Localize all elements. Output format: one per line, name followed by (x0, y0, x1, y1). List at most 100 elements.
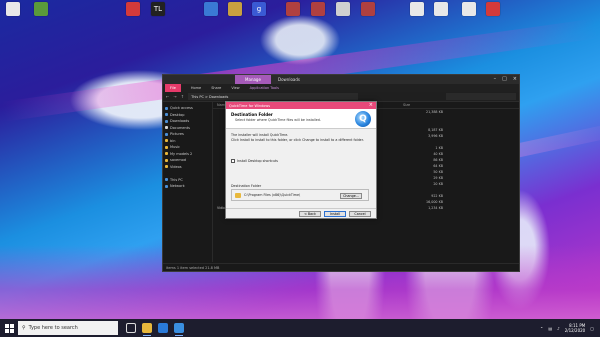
file-size: 1,234 KB (428, 206, 443, 210)
folder-icon (165, 139, 168, 143)
app-icon: TL (151, 2, 165, 16)
maximize-icon[interactable]: □ (502, 76, 507, 82)
dialog-titlebar: QuickTime for Windows × (226, 102, 376, 109)
app-icon (34, 2, 48, 16)
folder-icon (165, 178, 168, 182)
folder-icon (165, 106, 168, 110)
search-icon: ⚲ (22, 325, 26, 331)
app-icon (336, 2, 350, 16)
desktop-icon[interactable] (480, 2, 506, 32)
app-icon (486, 2, 500, 16)
chevron-up-icon[interactable]: ⌃ (540, 326, 543, 331)
ribbon-app-tools-tab[interactable]: Application Tools (250, 86, 279, 90)
desktop-icon[interactable] (0, 2, 26, 32)
desktop-icon[interactable] (280, 2, 306, 32)
dialog-subheading: Select folder where QuickTime files will… (235, 118, 321, 122)
desktop-icon[interactable] (456, 2, 482, 32)
dialog-title: QuickTime for Windows (229, 103, 271, 108)
clock[interactable]: 8:11 PM 2/12/2020 (565, 323, 586, 333)
close-icon[interactable]: × (513, 76, 517, 82)
address-bar[interactable]: This PC > Downloads (188, 93, 359, 100)
desktop-icon[interactable] (198, 2, 224, 32)
nav-item-label: This PC (170, 177, 183, 182)
dialog-heading: Destination Folder (231, 112, 273, 117)
app-icon (126, 2, 140, 16)
desktop-icon[interactable] (120, 2, 146, 32)
quicktime-taskbar-icon[interactable] (174, 323, 184, 336)
file-size: 3,996 KB (428, 134, 443, 138)
task-view-icon[interactable] (126, 323, 136, 333)
clock-date: 2/12/2020 (564, 328, 586, 333)
taskbar-apps (126, 323, 184, 336)
desktop-icon[interactable] (222, 2, 248, 32)
ribbon-view-tab[interactable]: View (231, 86, 239, 90)
ribbon-file-tab[interactable]: File (165, 84, 181, 92)
volume-icon[interactable]: ♪ (557, 326, 560, 331)
cancel-button[interactable]: Cancel (349, 210, 371, 217)
checkbox-icon[interactable] (231, 159, 235, 163)
folder-icon (165, 165, 168, 169)
start-button[interactable] (0, 319, 18, 337)
app-icon (410, 2, 424, 16)
close-icon[interactable]: × (369, 102, 373, 109)
dialog-header: Destination Folder Select folder where Q… (226, 109, 376, 129)
app-icon (204, 2, 218, 16)
manage-tab[interactable]: Manage (235, 75, 271, 84)
app-icon (361, 2, 375, 16)
folder-icon (165, 119, 168, 123)
folder-icon (165, 132, 168, 136)
navigation-pane: Quick access Desktop Downloads Documents Pic… (163, 102, 213, 262)
nav-item[interactable]: Network (163, 183, 212, 190)
app-icon (6, 2, 20, 16)
notifications-icon[interactable]: ▢ (590, 326, 594, 331)
desktop-icon[interactable]: TL (145, 2, 171, 32)
desktop-shortcut-checkbox[interactable]: Install Desktop shortcuts (231, 159, 278, 163)
app-icon (286, 2, 300, 16)
file-size: 29 KB (433, 176, 443, 180)
desktop-icon[interactable] (305, 2, 331, 32)
desktop-icon[interactable] (28, 2, 54, 32)
app-icon (462, 2, 476, 16)
folder-icon (165, 113, 168, 117)
column-size[interactable]: Size (403, 103, 410, 107)
back-arrow-icon[interactable]: ← (166, 94, 169, 99)
dialog-text-2: Click Install to install to this folder,… (231, 138, 364, 142)
nav-item-label: Videos (170, 164, 182, 169)
ribbon-home-tab[interactable]: Home (191, 86, 201, 90)
window-title: Downloads (278, 77, 300, 82)
file-size: 50 KB (433, 170, 443, 174)
desktop-icon[interactable]: g (246, 2, 272, 32)
file-size: 16,000 KB (425, 200, 443, 204)
back-button[interactable]: < Back (299, 210, 321, 217)
checkbox-label: Install Desktop shortcuts (237, 159, 279, 163)
change-button[interactable]: Change... (340, 193, 362, 199)
search-input[interactable] (446, 93, 516, 100)
edge-taskbar-icon[interactable] (158, 323, 168, 333)
folder-icon (235, 192, 241, 198)
file-size: 40 KB (433, 152, 443, 156)
nav-item-label: Music (170, 145, 180, 150)
up-arrow-icon[interactable]: ↑ (181, 94, 184, 99)
desktop-icon[interactable] (428, 2, 454, 32)
install-button[interactable]: Install (324, 210, 346, 217)
desktop-icon[interactable] (404, 2, 430, 32)
minimize-icon[interactable]: – (494, 76, 497, 82)
system-tray: ⌃ ▤ ♪ 8:11 PM 2/12/2020 ▢ (540, 323, 600, 333)
network-icon[interactable]: ▤ (548, 326, 552, 331)
ribbon-share-tab[interactable]: Share (211, 86, 221, 90)
folder-icon (165, 152, 168, 156)
nav-item-label: Quick access (170, 106, 193, 111)
forward-arrow-icon[interactable]: → (173, 94, 176, 99)
explorer-titlebar: Manage Downloads – □ × (163, 75, 519, 84)
desktop-icon[interactable] (355, 2, 381, 32)
windows-logo-icon (4, 323, 14, 333)
dialog-buttons: < Back Install Cancel (226, 208, 376, 218)
taskbar-search[interactable]: ⚲ Type here to search (18, 321, 118, 335)
nav-item-label: Desktop (170, 112, 185, 117)
file-size: 1 KB (435, 146, 443, 150)
file-explorer-taskbar-icon[interactable] (142, 323, 152, 336)
desktop-icon[interactable] (330, 2, 356, 32)
nav-item-label: Documents (170, 125, 190, 130)
folder-icon (165, 126, 168, 130)
nav-item-label: savemod (170, 158, 186, 163)
